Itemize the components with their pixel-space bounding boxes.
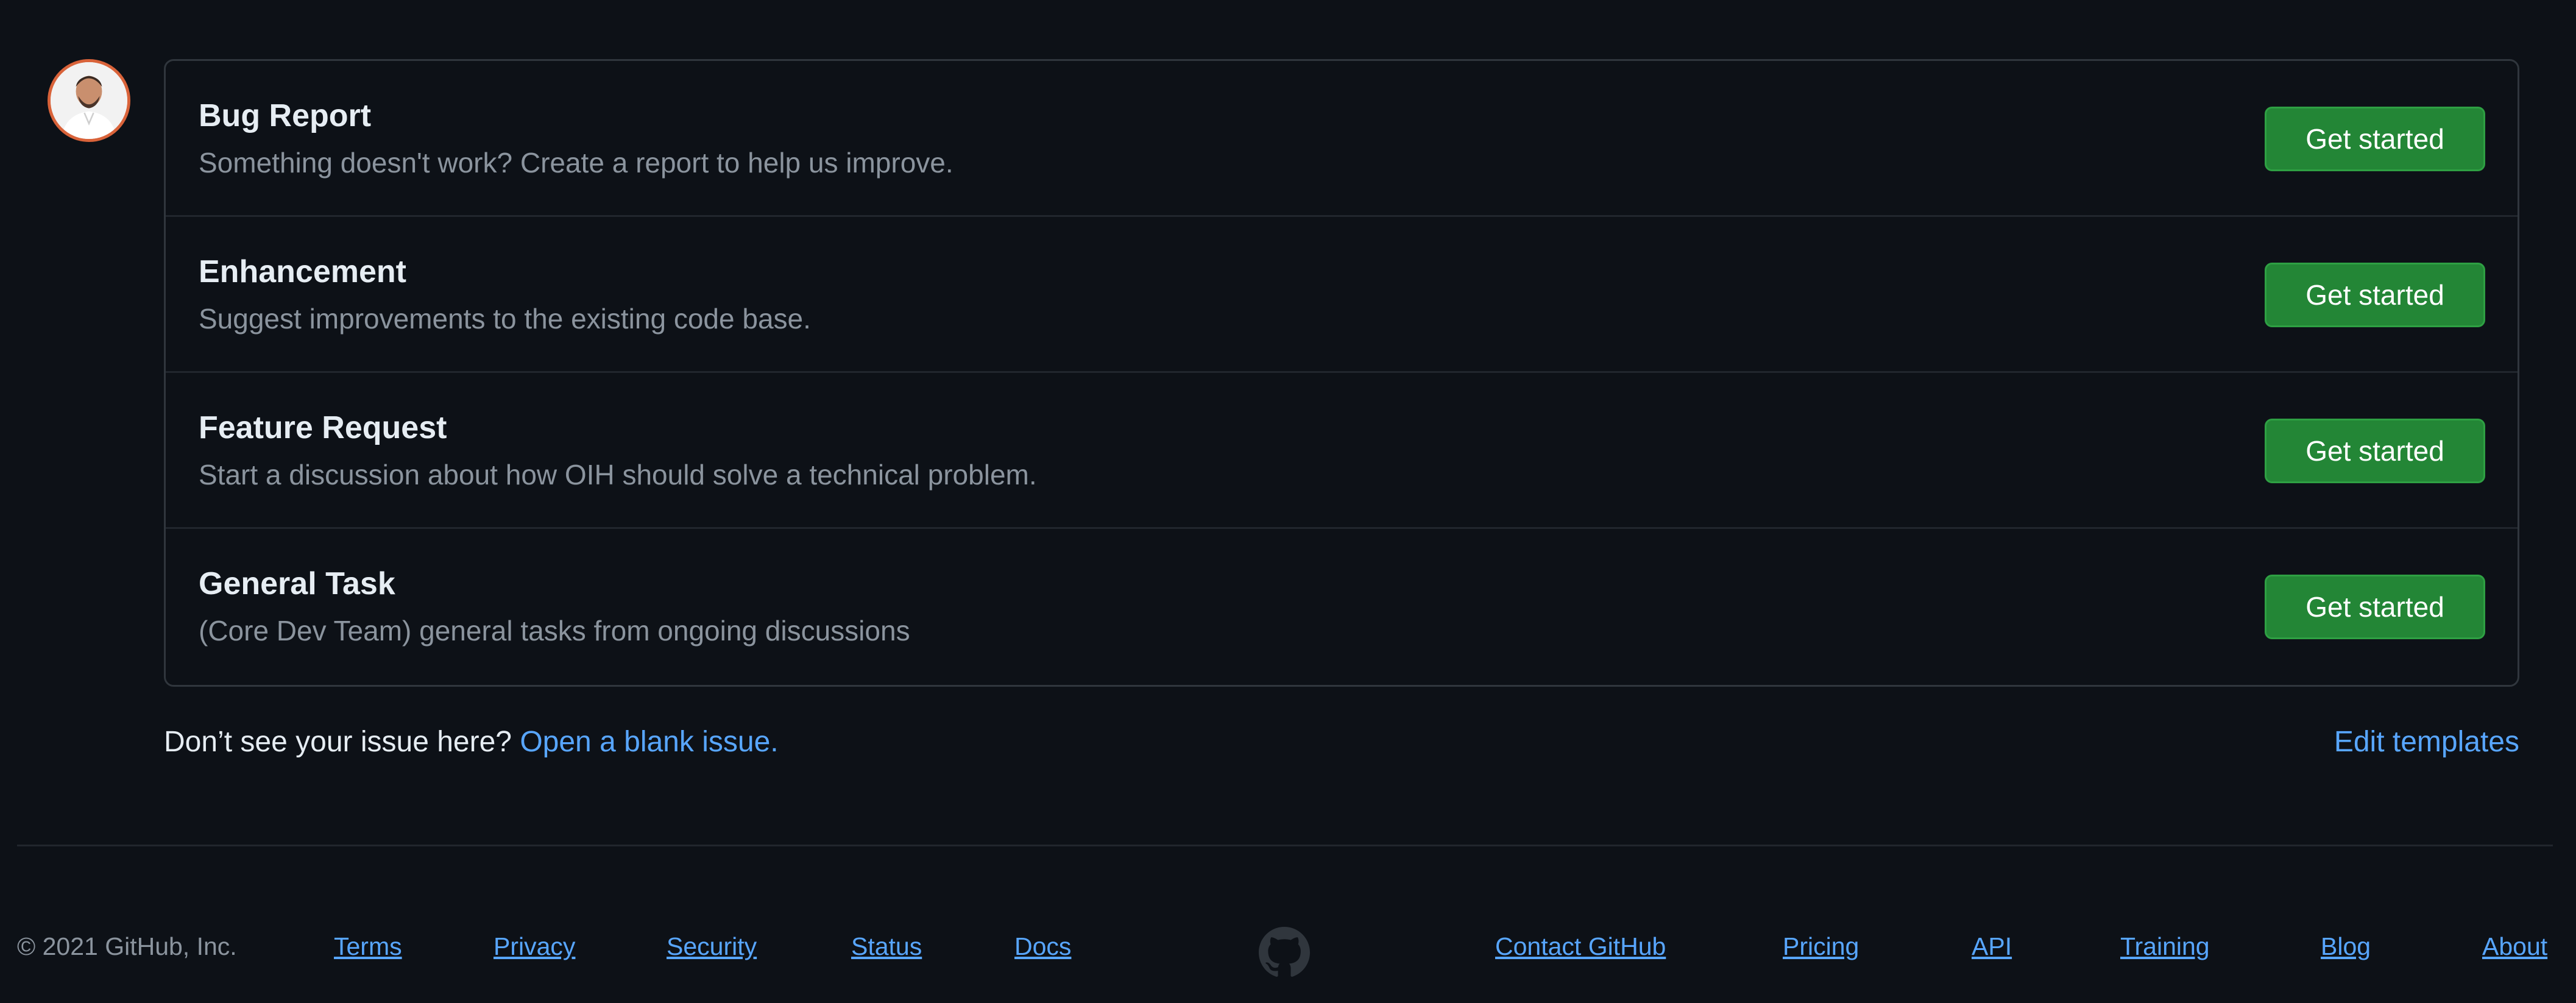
get-started-button[interactable]: Get started bbox=[2265, 263, 2485, 327]
footer-link-status[interactable]: Status bbox=[851, 932, 922, 961]
footer-link-contact-github[interactable]: Contact GitHub bbox=[1495, 932, 1666, 961]
footer-link-security[interactable]: Security bbox=[667, 932, 757, 961]
template-row-general-task: General Task (Core Dev Team) general tas… bbox=[166, 529, 2518, 685]
template-description: (Core Dev Team) general tasks from ongoi… bbox=[199, 615, 910, 647]
footer-link-blog[interactable]: Blog bbox=[2321, 932, 2371, 961]
edit-templates-link[interactable]: Edit templates bbox=[2334, 725, 2519, 759]
footer-copyright: © 2021 GitHub, Inc. bbox=[17, 932, 237, 960]
get-started-button[interactable]: Get started bbox=[2265, 419, 2485, 483]
template-row-feature-request: Feature Request Start a discussion about… bbox=[166, 373, 2518, 529]
footer-link-api[interactable]: API bbox=[1972, 932, 2012, 961]
footer-link-privacy[interactable]: Privacy bbox=[494, 932, 575, 961]
github-octocat-icon[interactable] bbox=[1259, 927, 1310, 978]
get-started-button[interactable]: Get started bbox=[2265, 107, 2485, 171]
footer-link-about[interactable]: About bbox=[2482, 932, 2547, 961]
template-row-enhancement: Enhancement Suggest improvements to the … bbox=[166, 217, 2518, 373]
footer-link-docs[interactable]: Docs bbox=[1014, 932, 1071, 961]
issue-template-list: Bug Report Something doesn't work? Creat… bbox=[164, 59, 2519, 687]
user-avatar-icon bbox=[51, 62, 127, 139]
template-description: Suggest improvements to the existing cod… bbox=[199, 303, 811, 335]
template-title: Enhancement bbox=[199, 254, 406, 289]
template-title: General Task bbox=[199, 566, 395, 601]
template-description: Start a discussion about how OIH should … bbox=[199, 459, 1037, 491]
footer-link-pricing[interactable]: Pricing bbox=[1783, 932, 1859, 961]
template-row-bug-report: Bug Report Something doesn't work? Creat… bbox=[166, 61, 2518, 217]
template-description: Something doesn't work? Create a report … bbox=[199, 147, 954, 179]
footer-link-terms[interactable]: Terms bbox=[334, 932, 402, 961]
blank-issue-prompt: Don’t see your issue here? Open a blank … bbox=[164, 725, 779, 759]
footer-divider bbox=[17, 845, 2553, 846]
avatar[interactable] bbox=[48, 59, 130, 142]
footer-link-training[interactable]: Training bbox=[2120, 932, 2210, 961]
blank-issue-text: Don’t see your issue here? bbox=[164, 726, 512, 758]
template-title: Feature Request bbox=[199, 410, 447, 445]
template-title: Bug Report bbox=[199, 98, 372, 133]
get-started-button[interactable]: Get started bbox=[2265, 575, 2485, 639]
open-blank-issue-link[interactable]: Open a blank issue. bbox=[520, 726, 778, 758]
